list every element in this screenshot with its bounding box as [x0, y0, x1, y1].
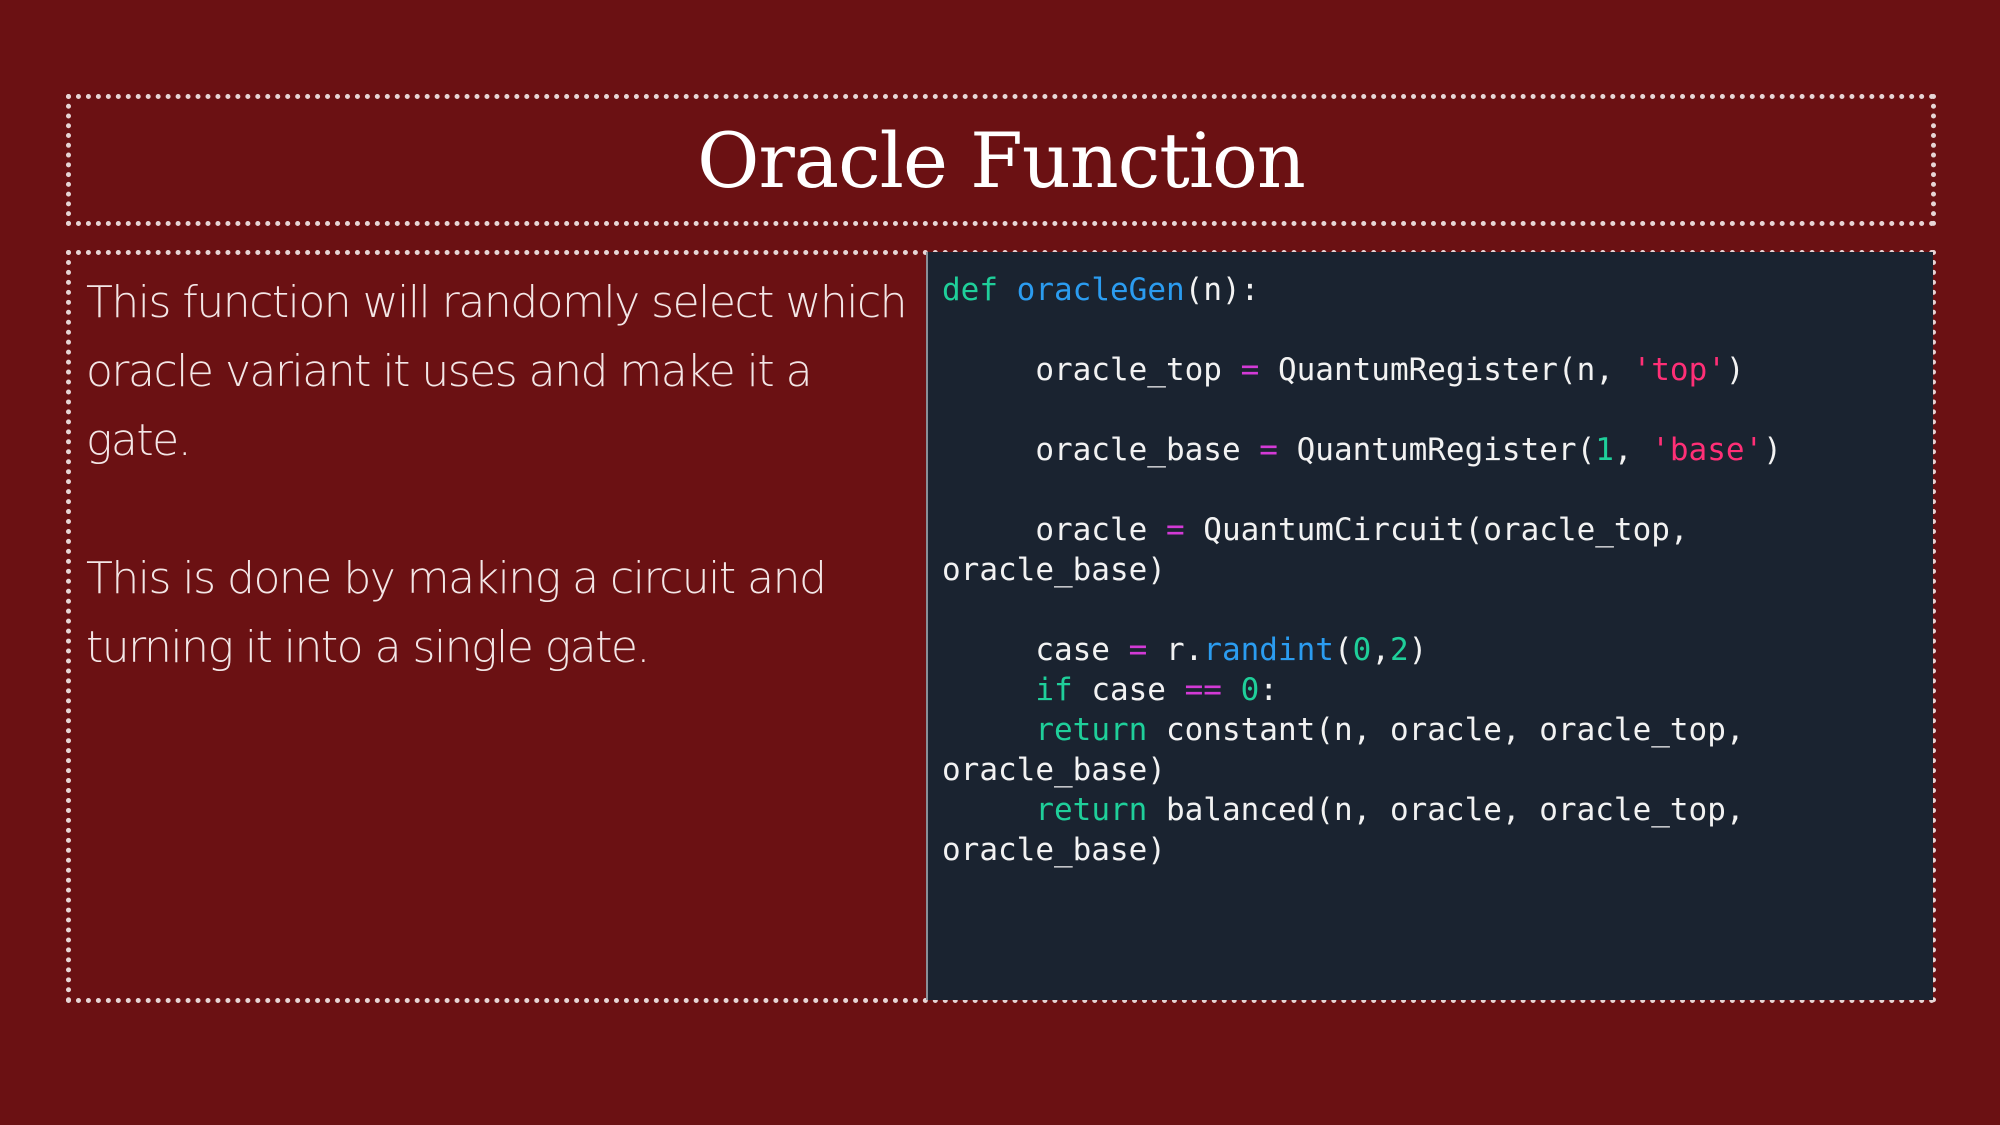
description-paragraph: This function will randomly select which…	[86, 277, 908, 466]
code-block: def oracleGen(n): oracle_top = QuantumRe…	[942, 270, 1922, 870]
code-line: oracle = QuantumCircuit(oracle_top,	[942, 512, 1689, 548]
slide-title: Oracle Function	[697, 115, 1306, 205]
code-line: oracle_base = QuantumRegister(1, 'base')	[942, 432, 1782, 468]
code-line: oracle_base)	[942, 552, 1166, 588]
description-text: This function will randomly select which…	[86, 268, 916, 751]
code-line: case = r.randint(0,2)	[942, 632, 1428, 668]
code-line: if case == 0:	[1035, 672, 1278, 708]
code-line: oracle_base)	[942, 752, 1166, 788]
code-line: return balanced(n, oracle, oracle_top,	[1035, 792, 1745, 828]
code-line: oracle_top = QuantumRegister(n, 'top')	[942, 352, 1745, 388]
code-line: oracle_base)	[942, 832, 1166, 868]
description-paragraph: This is done by making a circuit and tur…	[86, 553, 827, 673]
code-line: return constant(n, oracle, oracle_top,	[1035, 712, 1745, 748]
code-line: def oracleGen(n):	[942, 272, 1260, 308]
